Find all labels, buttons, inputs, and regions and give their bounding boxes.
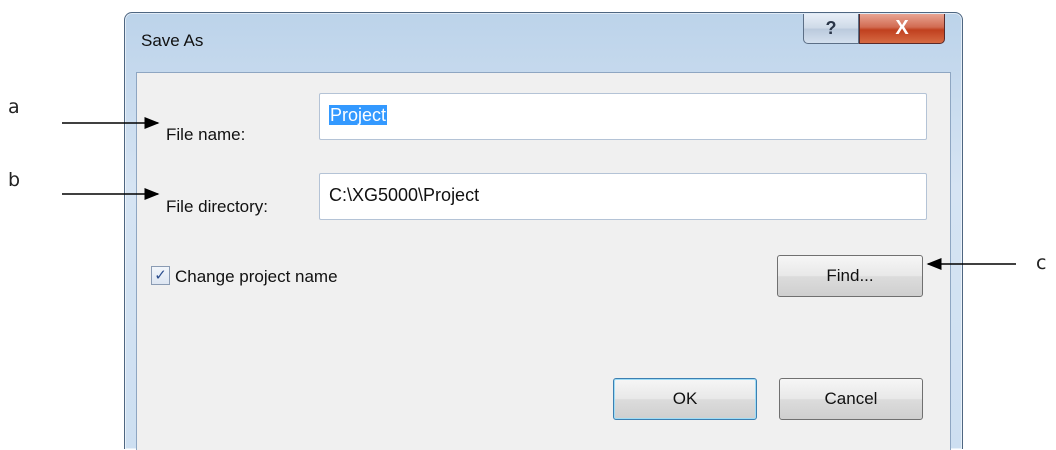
callout-arrows (62, 117, 1016, 270)
